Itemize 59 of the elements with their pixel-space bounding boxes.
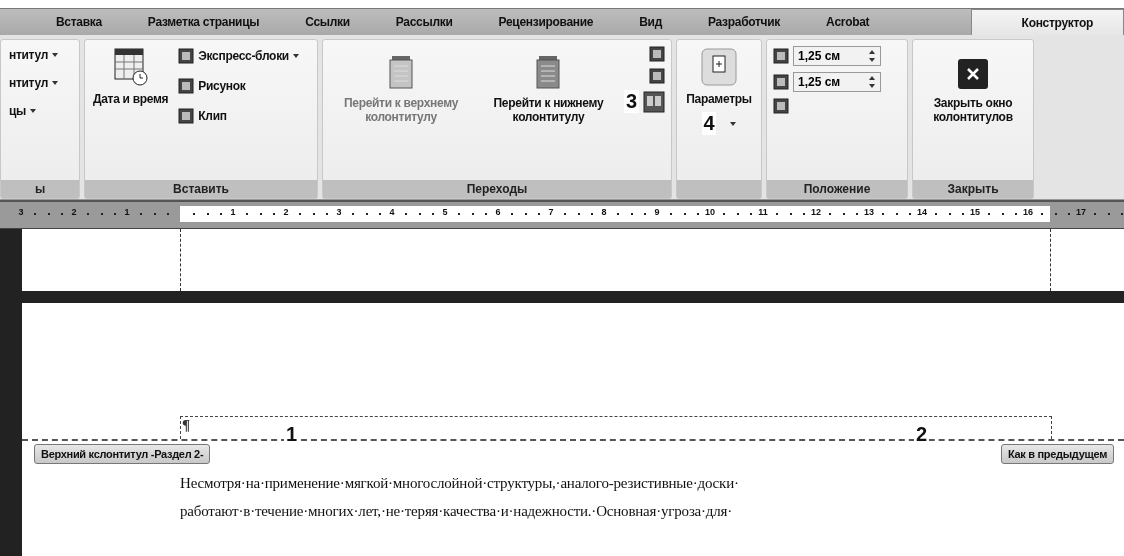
group-label: Переходы: [323, 180, 671, 198]
date-time-button[interactable]: Дата и время: [91, 46, 171, 108]
ribbon-button[interactable]: Рисунок: [176, 76, 301, 96]
ribbon-button[interactable]: Экспресс-блоки: [176, 46, 301, 66]
callout-number: 3: [623, 90, 639, 113]
header-label: Верхний кслонтитул -Раздел 2-: [34, 444, 211, 464]
ruler-number: 10: [705, 207, 715, 217]
close-icon: [957, 58, 989, 90]
page-icon: [535, 56, 562, 90]
ruler-number: 1: [124, 207, 130, 217]
ribbon-tab[interactable]: Вид: [623, 9, 678, 35]
ruler-number: 13: [864, 207, 874, 217]
ruler-number: 7: [548, 207, 554, 217]
navigation-button[interactable]: Перейти к нижнему колонтитулу: [488, 54, 608, 126]
ribbon-tab[interactable]: Рассылки: [379, 9, 469, 35]
ribbon-tab[interactable]: Acrobat: [810, 9, 886, 35]
spin-field[interactable]: 1,25 см: [793, 46, 881, 66]
ruler-number: 9: [654, 207, 660, 217]
link-label: Как в предыдущем: [1000, 444, 1114, 464]
spin-arrows-icon[interactable]: [868, 49, 876, 63]
ruler-number: 17: [1076, 207, 1086, 217]
paragraph-mark: ¶: [182, 417, 191, 434]
ruler-number: 2: [283, 207, 289, 217]
ribbon-button[interactable]: цы: [7, 102, 61, 120]
ruler-number: 14: [917, 207, 927, 217]
ribbon-button[interactable]: Клип: [176, 106, 301, 126]
ribbon-tab[interactable]: Разметка страницы: [131, 9, 276, 35]
callout-number: 4: [701, 112, 717, 135]
ribbon-button[interactable]: нтитул: [7, 46, 61, 64]
ruler-number: 16: [1023, 207, 1033, 217]
close-button[interactable]: Закрыть окно колонтитулов: [919, 56, 1027, 126]
text-line: работают·в·течение·многих·лет,·не·теряя·качества·и·надежности.·Основная·угроза·для·: [180, 502, 734, 521]
ribbon-tab[interactable]: Разработчик: [692, 9, 796, 35]
ribbon-tab[interactable]: Рецензирование: [482, 9, 610, 35]
ruler-number: 4: [389, 207, 395, 217]
spin-field[interactable]: 1,25 см: [793, 72, 881, 92]
ribbon-tab[interactable]: Конструктор: [970, 9, 1124, 35]
ribbon-button[interactable]: нтитул: [7, 74, 61, 92]
ruler-number: 3: [18, 207, 24, 217]
group-label: Положение: [767, 180, 907, 198]
group-label: Вставить: [85, 180, 317, 198]
ruler-number: 11: [758, 207, 768, 217]
group-label: ы: [1, 180, 79, 198]
ruler-number: 15: [970, 207, 980, 217]
group-label: Закрыть: [913, 180, 1033, 198]
ruler-number: 2: [71, 207, 77, 217]
ruler-number: 3: [336, 207, 342, 217]
spin-arrows-icon[interactable]: [868, 75, 876, 89]
ruler-number: 12: [811, 207, 821, 217]
ruler-number: 5: [442, 207, 448, 217]
page-icon: [388, 56, 414, 90]
ribbon-tab[interactable]: Вставка: [40, 9, 118, 35]
text-line: Несмотря·на·применение·мягкой·многослойной·структуры,·аналого-резистивные·доски·: [180, 474, 739, 493]
ribbon-tab[interactable]: Ссылки: [289, 9, 366, 35]
ruler-number: 6: [495, 207, 501, 217]
ruler-number: 8: [601, 207, 607, 217]
calendar-icon: [113, 48, 148, 86]
ruler-number: 1: [230, 207, 236, 217]
options-icon: [701, 48, 737, 86]
